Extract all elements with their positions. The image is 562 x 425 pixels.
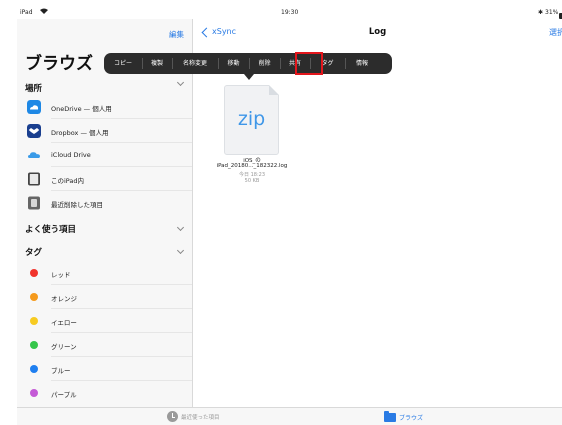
- folder-icon[interactable]: [384, 411, 396, 422]
- chevron-down-icon[interactable]: [176, 223, 185, 232]
- status-bar: iPad 19:30 ✱ 31%: [17, 5, 562, 19]
- blue-tag-dot-icon: [30, 365, 38, 373]
- file-size: 50 KB: [244, 178, 260, 184]
- sidebar-item-label: iCloud Drive: [51, 151, 91, 159]
- bluetooth-icon: ✱: [538, 9, 544, 16]
- sidebar-item-on-ipad[interactable]: このiPad内: [17, 167, 192, 191]
- tag-label: オレンジ: [51, 295, 77, 303]
- sidebar-item-dropbox[interactable]: Dropbox — 個人用: [17, 119, 192, 143]
- ipad-screen: iPad 19:30 ✱ 31% 編集 ブラウズ 場所 OneDrive — 個…: [17, 5, 562, 425]
- tab-recents[interactable]: 最近使った項目: [181, 413, 220, 421]
- sidebar-item-icloud[interactable]: iCloud Drive: [17, 143, 192, 167]
- green-tag-dot-icon: [30, 341, 38, 349]
- clock-icon[interactable]: [167, 411, 178, 422]
- tags-header[interactable]: タグ: [25, 246, 42, 258]
- tag-label: イエロー: [51, 319, 77, 327]
- chevron-down-icon[interactable]: [176, 78, 185, 87]
- menu-pointer: [244, 74, 254, 80]
- yellow-tag-dot-icon: [30, 317, 38, 325]
- tag-item-orange[interactable]: オレンジ: [17, 285, 192, 309]
- context-menu: コピー 複製 名称変更 移動 削除 共有 タグ 情報: [104, 53, 392, 80]
- status-time: 19:30: [281, 9, 299, 16]
- device-label: iPad: [20, 9, 33, 16]
- share-highlight-box: [295, 52, 323, 75]
- folder-title: Log: [368, 27, 387, 37]
- tag-label: ブルー: [51, 367, 71, 375]
- tag-label: レッド: [51, 271, 71, 279]
- menu-item-duplicate[interactable]: 複製: [142, 53, 172, 74]
- tag-label: パープル: [51, 391, 77, 399]
- sidebar-item-onedrive[interactable]: OneDrive — 個人用: [17, 95, 192, 119]
- menu-item-copy[interactable]: コピー: [104, 53, 142, 74]
- file-date: 今日 18:23: [239, 172, 265, 178]
- page-title: ブラウズ: [25, 54, 93, 74]
- sidebar-item-label: 最近削除した項目: [51, 201, 103, 209]
- tag-item-purple[interactable]: パープル: [17, 381, 192, 405]
- tag-item-green[interactable]: グリーン: [17, 333, 192, 357]
- trash-icon: [28, 196, 40, 210]
- chevron-down-icon[interactable]: [176, 246, 185, 255]
- favorites-header[interactable]: よく使う項目: [25, 223, 76, 235]
- sidebar-item-recently-deleted[interactable]: 最近削除した項目: [17, 191, 192, 215]
- menu-item-info[interactable]: 情報: [345, 53, 379, 74]
- menu-item-move[interactable]: 移動: [218, 53, 249, 74]
- battery-percent: 31%: [545, 9, 559, 16]
- purple-tag-dot-icon: [30, 389, 38, 397]
- tag-item-red[interactable]: レッド: [17, 261, 192, 285]
- zip-file-icon[interactable]: zip: [224, 85, 279, 155]
- orange-tag-dot-icon: [30, 293, 38, 301]
- icloud-icon: [28, 152, 40, 158]
- sidebar: 編集 ブラウズ 場所 OneDrive — 個人用 Dropbox — 個人用 …: [17, 19, 193, 407]
- dropbox-icon: [27, 124, 41, 138]
- menu-item-rename[interactable]: 名称変更: [172, 53, 218, 74]
- locations-header[interactable]: 場所: [25, 82, 42, 94]
- red-tag-dot-icon: [30, 269, 38, 277]
- file-extension: zip: [237, 108, 266, 130]
- sidebar-item-label: Dropbox — 個人用: [51, 129, 109, 137]
- select-button[interactable]: 選択: [549, 27, 562, 38]
- tab-bar: 最近使った項目 ブラウズ: [17, 407, 562, 425]
- wifi-icon: [40, 8, 48, 14]
- ipad-icon: [28, 172, 40, 186]
- tag-label: グリーン: [51, 343, 77, 351]
- sidebar-item-label: このiPad内: [51, 177, 85, 185]
- onedrive-icon: [27, 100, 41, 114]
- tag-item-yellow[interactable]: イエロー: [17, 309, 192, 333]
- tag-item-blue[interactable]: ブルー: [17, 357, 192, 381]
- edit-button[interactable]: 編集: [169, 29, 184, 40]
- sidebar-item-label: OneDrive — 個人用: [51, 105, 112, 113]
- file-name-line2[interactable]: iPad_20180..._182322.log: [193, 163, 311, 169]
- menu-item-delete[interactable]: 削除: [249, 53, 280, 74]
- tab-browse[interactable]: ブラウズ: [399, 413, 423, 422]
